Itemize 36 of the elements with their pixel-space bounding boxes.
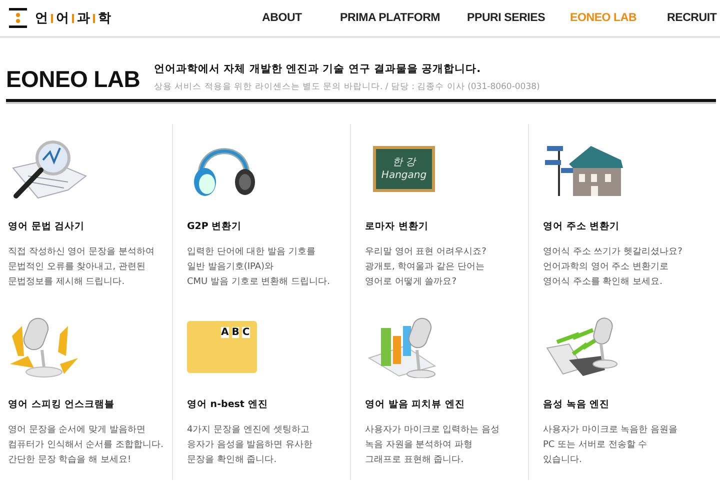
product-description: 4가지 문장을 엔진에 셋팅하고 응자가 음성을 발음하면 유사한 문장을 확인해 줍니다.	[187, 424, 314, 467]
product-description: 영어식 주소 쓰기가 헷갈리셨나요? 언어과학의 영어 주소 변환기로 영어식 주소를 확인해 보세요.	[543, 246, 684, 289]
product-title[interactable]: 로마자 변환기	[365, 220, 524, 233]
divider-mark	[72, 14, 74, 22]
nav-link[interactable]: PPURI SERIES	[467, 12, 570, 24]
product-description: 직접 작성하신 영어 문장을 분석하여 문법적인 오류를 찾아내고, 관련된 문법정보를 제시해 드립니다.	[8, 246, 156, 289]
contact-note: 상용 서비스 적용을 위한 라이센스는 별도 문의 바랍니다. / 담당 : 김종수 이사 (031-8060-0038)	[154, 81, 540, 93]
product-title[interactable]: G2P 변환기	[187, 220, 346, 233]
product-title[interactable]: 영어 주소 변환기	[543, 220, 715, 233]
product-description: 영어 문장을 순서에 맞게 발음하면 컴퓨터가 인식해서 순서를 조합합니다. 간단한 문장 학습을 해 보세요!	[8, 424, 164, 467]
page-title: EONEO LAB	[6, 65, 140, 93]
letter-text: C	[242, 327, 250, 338]
product-title[interactable]: 영어 스피킹 언스크램블	[8, 398, 168, 411]
product-description: 사용자가 마이크로 입력하는 음성 녹음 자원을 분석하여 파형 그래프로 표현해 줍니다.	[365, 424, 501, 467]
nav-link[interactable]: RECRUIT	[667, 12, 720, 24]
logo-text: 학	[98, 10, 111, 27]
letter-text: A	[221, 327, 229, 338]
divider-mark	[51, 14, 53, 22]
product-description: 우리말 영어 표현 어려우시죠? 광개토, 학여울과 같은 단어는 영어로 어떻게 쓸까요?	[365, 246, 488, 289]
board-text: 한 강	[392, 156, 416, 169]
product-title[interactable]: 음성 녹음 엔진	[543, 398, 715, 411]
product-description: 사용자가 마이크로 녹음한 음원을 PC 또는 서버로 전송할 수 있습니다.	[543, 424, 679, 467]
product-description: 입력한 단어에 대한 발음 기호를 일반 발음기호(IPA)와 CMU 발음 기호로 변환해 드립니다.	[187, 246, 331, 289]
divider-mark	[93, 14, 95, 22]
nav-link[interactable]: PRIMA PLATFORM	[340, 12, 467, 24]
logo-text: 과	[77, 10, 90, 27]
nav-link[interactable]: ABOUT	[262, 12, 340, 24]
product-title[interactable]: 영어 n-best 엔진	[187, 398, 346, 411]
logo-icon	[8, 7, 28, 29]
product-title[interactable]: 영어 문법 검사기	[8, 220, 168, 233]
letter-text: B	[232, 327, 240, 338]
board-text: Hangang	[381, 169, 427, 182]
page-subtitle: 언어과학에서 자체 개발한 엔진과 기술 연구 결과물을 공개합니다.	[154, 62, 482, 76]
logo-text: 언	[35, 10, 48, 27]
product-title[interactable]: 영어 발음 피치뷰 엔진	[365, 398, 524, 411]
logo-text: 어	[56, 10, 69, 27]
